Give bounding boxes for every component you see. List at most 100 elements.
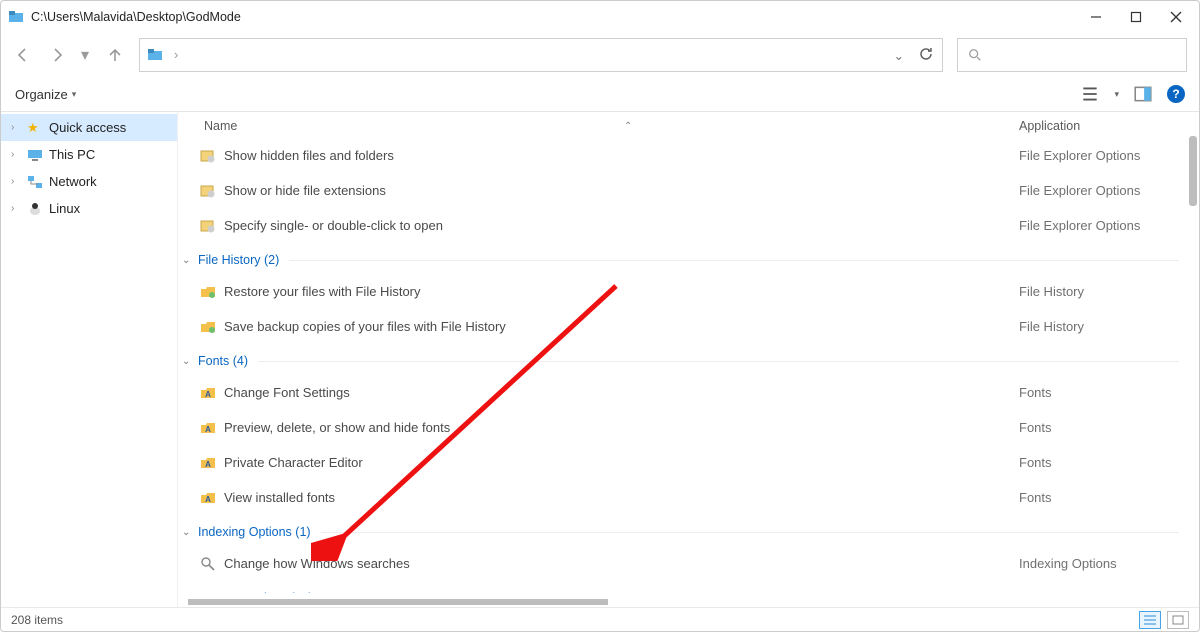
item-icon: A — [200, 455, 216, 471]
item-name: View installed fonts — [224, 490, 1019, 505]
list-item[interactable]: AChange Font SettingsFonts — [178, 375, 1199, 410]
item-name: Show or hide file extensions — [224, 183, 1019, 198]
details-view-button[interactable] — [1139, 611, 1161, 629]
item-icon: A — [200, 420, 216, 436]
item-name: Save backup copies of your files with Fi… — [224, 319, 1019, 334]
column-headers[interactable]: Name ⌃ Application — [178, 114, 1199, 138]
group-header[interactable]: ⌄Fonts (4) — [178, 347, 1199, 375]
list-item[interactable]: A View installed fontsFonts — [178, 480, 1199, 515]
organize-menu[interactable]: Organize ▾ — [15, 87, 76, 102]
list-item[interactable]: Change how Windows searchesIndexing Opti… — [178, 546, 1199, 581]
column-name[interactable]: Name — [204, 119, 237, 133]
chevron-down-icon: ⌄ — [182, 527, 194, 538]
nav-up-button[interactable] — [105, 45, 125, 65]
star-icon: ★ — [27, 120, 43, 136]
list-item[interactable]: Save backup copies of your files with Fi… — [178, 309, 1199, 344]
pc-icon — [27, 147, 43, 163]
main-area: › ★ Quick access › This PC › Network › L… — [1, 111, 1199, 607]
item-application: Indexing Options — [1019, 556, 1179, 571]
group-label: Internet Options (15) — [198, 591, 313, 593]
group-header[interactable]: ⌄Internet Options (15) — [178, 584, 1199, 593]
item-icon — [200, 183, 216, 199]
sidebar-item-this-pc[interactable]: › This PC — [1, 141, 177, 168]
group-label: Indexing Options (1) — [198, 525, 311, 539]
minimize-button[interactable] — [1089, 10, 1103, 24]
list-item[interactable]: Specify single- or double-click to openF… — [178, 208, 1199, 243]
svg-text:A: A — [205, 460, 211, 469]
group-label: Fonts (4) — [198, 354, 248, 368]
item-icon — [200, 284, 216, 300]
chevron-right-icon: › — [11, 176, 21, 187]
nav-history-dropdown[interactable]: ▾ — [81, 45, 91, 65]
sidebar-item-network[interactable]: › Network — [1, 168, 177, 195]
sidebar-item-label: This PC — [49, 147, 95, 162]
item-application: File Explorer Options — [1019, 148, 1179, 163]
item-count: 208 items — [11, 613, 63, 627]
view-list-button[interactable] — [1080, 84, 1100, 104]
list-item[interactable]: A Private Character EditorFonts — [178, 445, 1199, 480]
list-item[interactable]: Show hidden files and foldersFile Explor… — [178, 138, 1199, 173]
command-bar: Organize ▾ ▾ ? — [1, 77, 1199, 111]
explorer-icon — [9, 9, 25, 25]
search-icon — [968, 48, 982, 62]
sidebar-item-quick-access[interactable]: › ★ Quick access — [1, 114, 177, 141]
chevron-down-icon: ⌄ — [182, 255, 194, 266]
title-bar: C:\Users\Malavida\Desktop\GodMode — [1, 1, 1199, 33]
item-icon — [200, 556, 216, 572]
linux-icon — [27, 201, 43, 217]
maximize-button[interactable] — [1129, 10, 1143, 24]
item-application: File History — [1019, 319, 1179, 334]
item-name: Specify single- or double-click to open — [224, 218, 1019, 233]
address-bar[interactable]: › ⌄ — [139, 38, 943, 72]
sort-indicator-icon: ⌃ — [624, 121, 632, 132]
navigation-pane: › ★ Quick access › This PC › Network › L… — [1, 112, 177, 607]
organize-label: Organize — [15, 87, 68, 102]
sidebar-item-label: Quick access — [49, 120, 126, 135]
close-button[interactable] — [1169, 10, 1183, 24]
chevron-down-icon: ▾ — [72, 89, 77, 100]
item-name: Private Character Editor — [224, 455, 1019, 470]
item-application: File Explorer Options — [1019, 218, 1179, 233]
nav-back-button[interactable] — [13, 45, 33, 65]
status-bar: 208 items — [1, 607, 1199, 631]
address-history-dropdown[interactable]: ⌄ — [894, 48, 904, 63]
list-item[interactable]: Show or hide file extensionsFile Explore… — [178, 173, 1199, 208]
group-header[interactable]: ⌄ Indexing Options (1) — [178, 518, 1199, 546]
window-title: C:\Users\Malavida\Desktop\GodMode — [31, 10, 241, 24]
network-icon — [27, 174, 43, 190]
sidebar-item-linux[interactable]: › Linux — [1, 195, 177, 222]
chevron-down-icon[interactable]: ▾ — [1114, 89, 1119, 100]
item-application: File Explorer Options — [1019, 183, 1179, 198]
chevron-right-icon: › — [11, 203, 21, 214]
list-item[interactable]: Restore your files with File HistoryFile… — [178, 274, 1199, 309]
search-input[interactable] — [957, 38, 1187, 72]
item-name: Change how Windows searches — [224, 556, 1019, 571]
item-application: Fonts — [1019, 420, 1179, 435]
item-icon — [200, 319, 216, 335]
item-icon: A — [200, 490, 216, 506]
chevron-right-icon: › — [11, 122, 21, 133]
nav-forward-button[interactable] — [47, 45, 67, 65]
item-application: Fonts — [1019, 385, 1179, 400]
item-icon — [200, 218, 216, 234]
item-application: Fonts — [1019, 490, 1179, 505]
group-header[interactable]: ⌄ File History (2) — [178, 246, 1199, 274]
group-label: File History (2) — [198, 253, 279, 267]
thumbnails-view-button[interactable] — [1167, 611, 1189, 629]
column-application[interactable]: Application — [1019, 119, 1179, 133]
sidebar-item-label: Network — [49, 174, 97, 189]
list-item[interactable]: APreview, delete, or show and hide fonts… — [178, 410, 1199, 445]
svg-text:A: A — [205, 425, 211, 434]
item-application: Fonts — [1019, 455, 1179, 470]
help-button[interactable]: ? — [1167, 85, 1185, 103]
chevron-right-icon: › — [11, 149, 21, 160]
preview-pane-button[interactable] — [1133, 84, 1153, 104]
item-icon — [200, 148, 216, 164]
svg-text:A: A — [205, 495, 211, 504]
sidebar-item-label: Linux — [49, 201, 80, 216]
item-name: Restore your files with File History — [224, 284, 1019, 299]
svg-text:A: A — [205, 390, 211, 399]
refresh-button[interactable] — [918, 46, 934, 65]
item-list: Name ⌃ Application Show hidden files and… — [177, 112, 1199, 607]
horizontal-scrollbar[interactable] — [188, 599, 608, 605]
